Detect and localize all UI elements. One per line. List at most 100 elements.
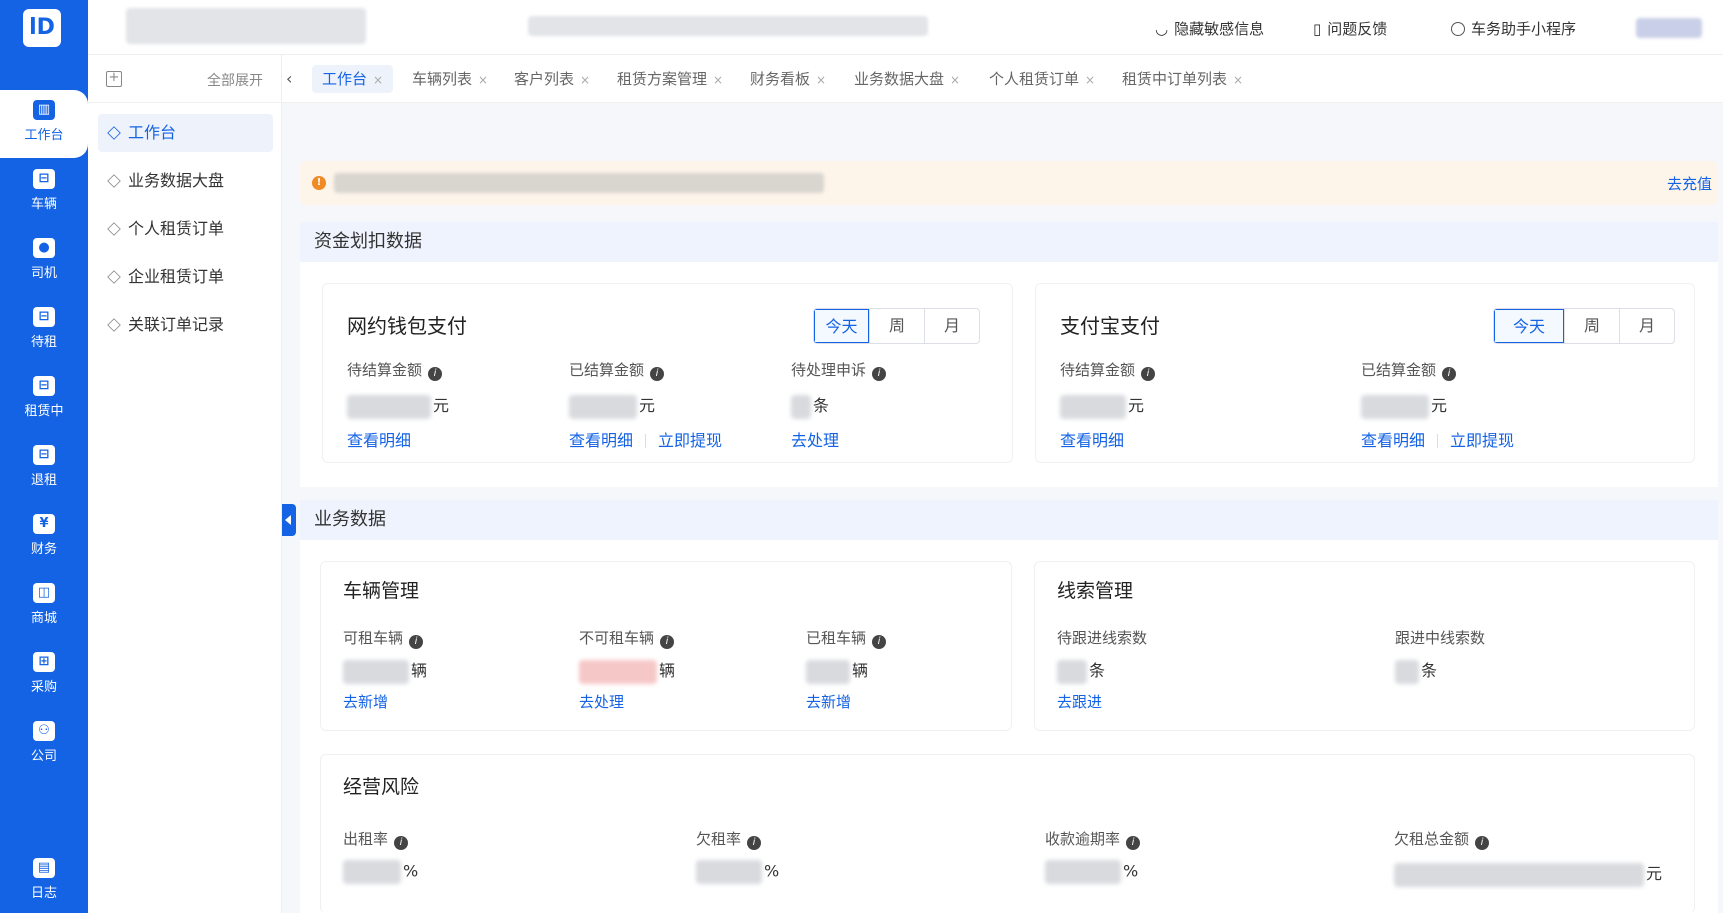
rail-item-log[interactable]: ▤ 日志: [0, 848, 88, 913]
company-selector[interactable]: [126, 8, 366, 44]
alipay-pending-detail-link[interactable]: 查看明细: [1060, 427, 1124, 451]
chevron-left-icon[interactable]: ‹: [286, 69, 292, 88]
wallet-appeal-link[interactable]: 去处理: [791, 427, 839, 451]
label-text: 欠租率: [696, 830, 742, 848]
alipay-withdraw-link[interactable]: 立即提现: [1450, 431, 1514, 450]
tab-customer-list[interactable]: 客户列表 ×: [504, 65, 600, 93]
alipay-settled-value: 元: [1361, 392, 1447, 419]
period-month[interactable]: 月: [924, 309, 979, 343]
user-avatar[interactable]: [1636, 18, 1702, 38]
info-icon[interactable]: i: [872, 635, 887, 649]
label-text: 不可租车辆: [579, 629, 655, 647]
submenu-item-personal-orders[interactable]: 个人租赁订单: [98, 210, 273, 248]
close-icon[interactable]: ×: [580, 73, 590, 87]
tab-lease-plans[interactable]: 租赁方案管理 ×: [607, 65, 733, 93]
info-icon[interactable]: i: [1141, 367, 1156, 381]
rail-item-return[interactable]: ⊟ 退租: [0, 435, 88, 503]
rail-item-dashboard[interactable]: ▥ 工作台: [0, 90, 88, 158]
info-icon[interactable]: i: [872, 367, 887, 381]
submenu-item-workbench[interactable]: 工作台: [98, 114, 273, 152]
unit: 条: [1089, 661, 1106, 680]
rail-item-purchase[interactable]: ⊞ 采购: [0, 642, 88, 710]
rail-item-finance[interactable]: ¥ 财务: [0, 504, 88, 572]
info-icon[interactable]: i: [428, 367, 443, 381]
masked-value: [343, 860, 401, 884]
feedback-button[interactable]: ▯ 问题反馈: [1313, 18, 1387, 39]
driver-icon: ●: [33, 238, 55, 258]
masked-value: [1394, 862, 1644, 887]
tab-renting-orders[interactable]: 租赁中订单列表 ×: [1112, 65, 1253, 93]
period-week[interactable]: 周: [1564, 309, 1619, 343]
info-icon[interactable]: i: [1442, 367, 1457, 381]
unrentable-label: 不可租车辆 i: [579, 627, 675, 649]
app-logo[interactable]: lD: [23, 9, 61, 47]
yuan-icon: ¥: [33, 514, 55, 534]
wallet-pending-detail-link[interactable]: 查看明细: [347, 427, 411, 451]
tab-label: 租赁中订单列表: [1122, 70, 1228, 88]
period-today[interactable]: 今天: [1494, 309, 1564, 343]
alipay-settled-detail-link[interactable]: 查看明细: [1361, 431, 1425, 450]
info-icon[interactable]: i: [409, 635, 424, 649]
info-icon[interactable]: i: [650, 367, 665, 381]
arrears-total-label: 欠租总金额 i: [1394, 828, 1490, 850]
label-text: 待跟进线索数: [1057, 629, 1148, 647]
label-text: 收款逾期率: [1045, 830, 1121, 848]
info-icon[interactable]: i: [394, 836, 409, 850]
info-icon[interactable]: i: [1475, 836, 1490, 850]
rail-item-waiting[interactable]: ⊟ 待租: [0, 297, 88, 365]
rail-item-shop[interactable]: ◫ 商城: [0, 573, 88, 641]
close-icon[interactable]: ×: [816, 73, 826, 87]
info-icon[interactable]: i: [1126, 836, 1141, 850]
period-month[interactable]: 月: [1619, 309, 1674, 343]
tab-personal-orders[interactable]: 个人租赁订单 ×: [979, 65, 1105, 93]
rentable-add-link[interactable]: 去新增: [343, 691, 388, 712]
rail-item-drivers[interactable]: ● 司机: [0, 228, 88, 296]
rail-item-company[interactable]: ⚇ 公司: [0, 711, 88, 779]
tab-vehicle-list[interactable]: 车辆列表 ×: [402, 65, 498, 93]
sub-menu: + 全部展开 工作台 业务数据大盘 个人租赁订单 企业租赁订单 关联订单记录: [88, 55, 282, 913]
tab-label: 租赁方案管理: [617, 70, 708, 88]
mini-program-label: 车务助手小程序: [1471, 20, 1577, 38]
tab-business-dashboard[interactable]: 业务数据大盘 ×: [844, 65, 970, 93]
info-icon[interactable]: i: [660, 635, 675, 649]
period-week[interactable]: 周: [869, 309, 924, 343]
hide-sensitive-button[interactable]: ◡ 隐藏敏感信息: [1155, 18, 1264, 39]
rented-label: 已租车辆 i: [806, 627, 887, 649]
unrentable-handle-link[interactable]: 去处理: [579, 691, 624, 712]
pending-leads-value: 条: [1057, 657, 1105, 684]
layers-icon: [107, 222, 121, 236]
close-icon[interactable]: ×: [373, 73, 383, 87]
submenu-item-business-data[interactable]: 业务数据大盘: [98, 162, 273, 200]
submenu-label: 业务数据大盘: [128, 171, 225, 190]
close-icon[interactable]: ×: [478, 73, 488, 87]
expand-all-button[interactable]: 全部展开: [207, 70, 263, 90]
plus-square-icon[interactable]: +: [106, 71, 122, 87]
rail-item-vehicles[interactable]: ⊟ 车辆: [0, 159, 88, 227]
tab-finance-board[interactable]: 财务看板 ×: [740, 65, 836, 93]
rail-label: 财务: [30, 542, 57, 557]
period-today[interactable]: 今天: [814, 309, 869, 343]
close-icon[interactable]: ×: [1233, 73, 1243, 87]
close-icon[interactable]: ×: [1085, 73, 1095, 87]
masked-value: [1395, 659, 1419, 684]
collapse-submenu-handle[interactable]: [282, 504, 296, 536]
label-text: 待结算金额: [347, 361, 423, 379]
close-icon[interactable]: ×: [713, 73, 723, 87]
mini-program-button[interactable]: 车务助手小程序: [1451, 18, 1576, 39]
rented-add-link[interactable]: 去新增: [806, 691, 851, 712]
submenu-item-enterprise-orders[interactable]: 企业租赁订单: [98, 258, 273, 296]
close-icon[interactable]: ×: [950, 73, 960, 87]
follow-up-link[interactable]: 去跟进: [1057, 691, 1102, 712]
recharge-link[interactable]: 去充值: [1667, 173, 1712, 194]
submenu-item-linked-orders[interactable]: 关联订单记录: [98, 306, 273, 344]
wallet-settled-detail-link[interactable]: 查看明细: [569, 431, 633, 450]
rent-rate-label: 出租率 i: [343, 828, 409, 850]
wallet-withdraw-link[interactable]: 立即提现: [658, 431, 722, 450]
unrentable-value: 辆: [579, 657, 675, 684]
tab-workbench[interactable]: 工作台 ×: [312, 65, 394, 93]
rail-item-renting[interactable]: ⊟ 租赁中: [0, 366, 88, 434]
info-icon[interactable]: i: [747, 836, 762, 850]
rail-label: 司机: [30, 266, 57, 281]
vehicle-management-title: 车辆管理: [343, 580, 420, 602]
rent-rate-value: %: [343, 860, 418, 884]
